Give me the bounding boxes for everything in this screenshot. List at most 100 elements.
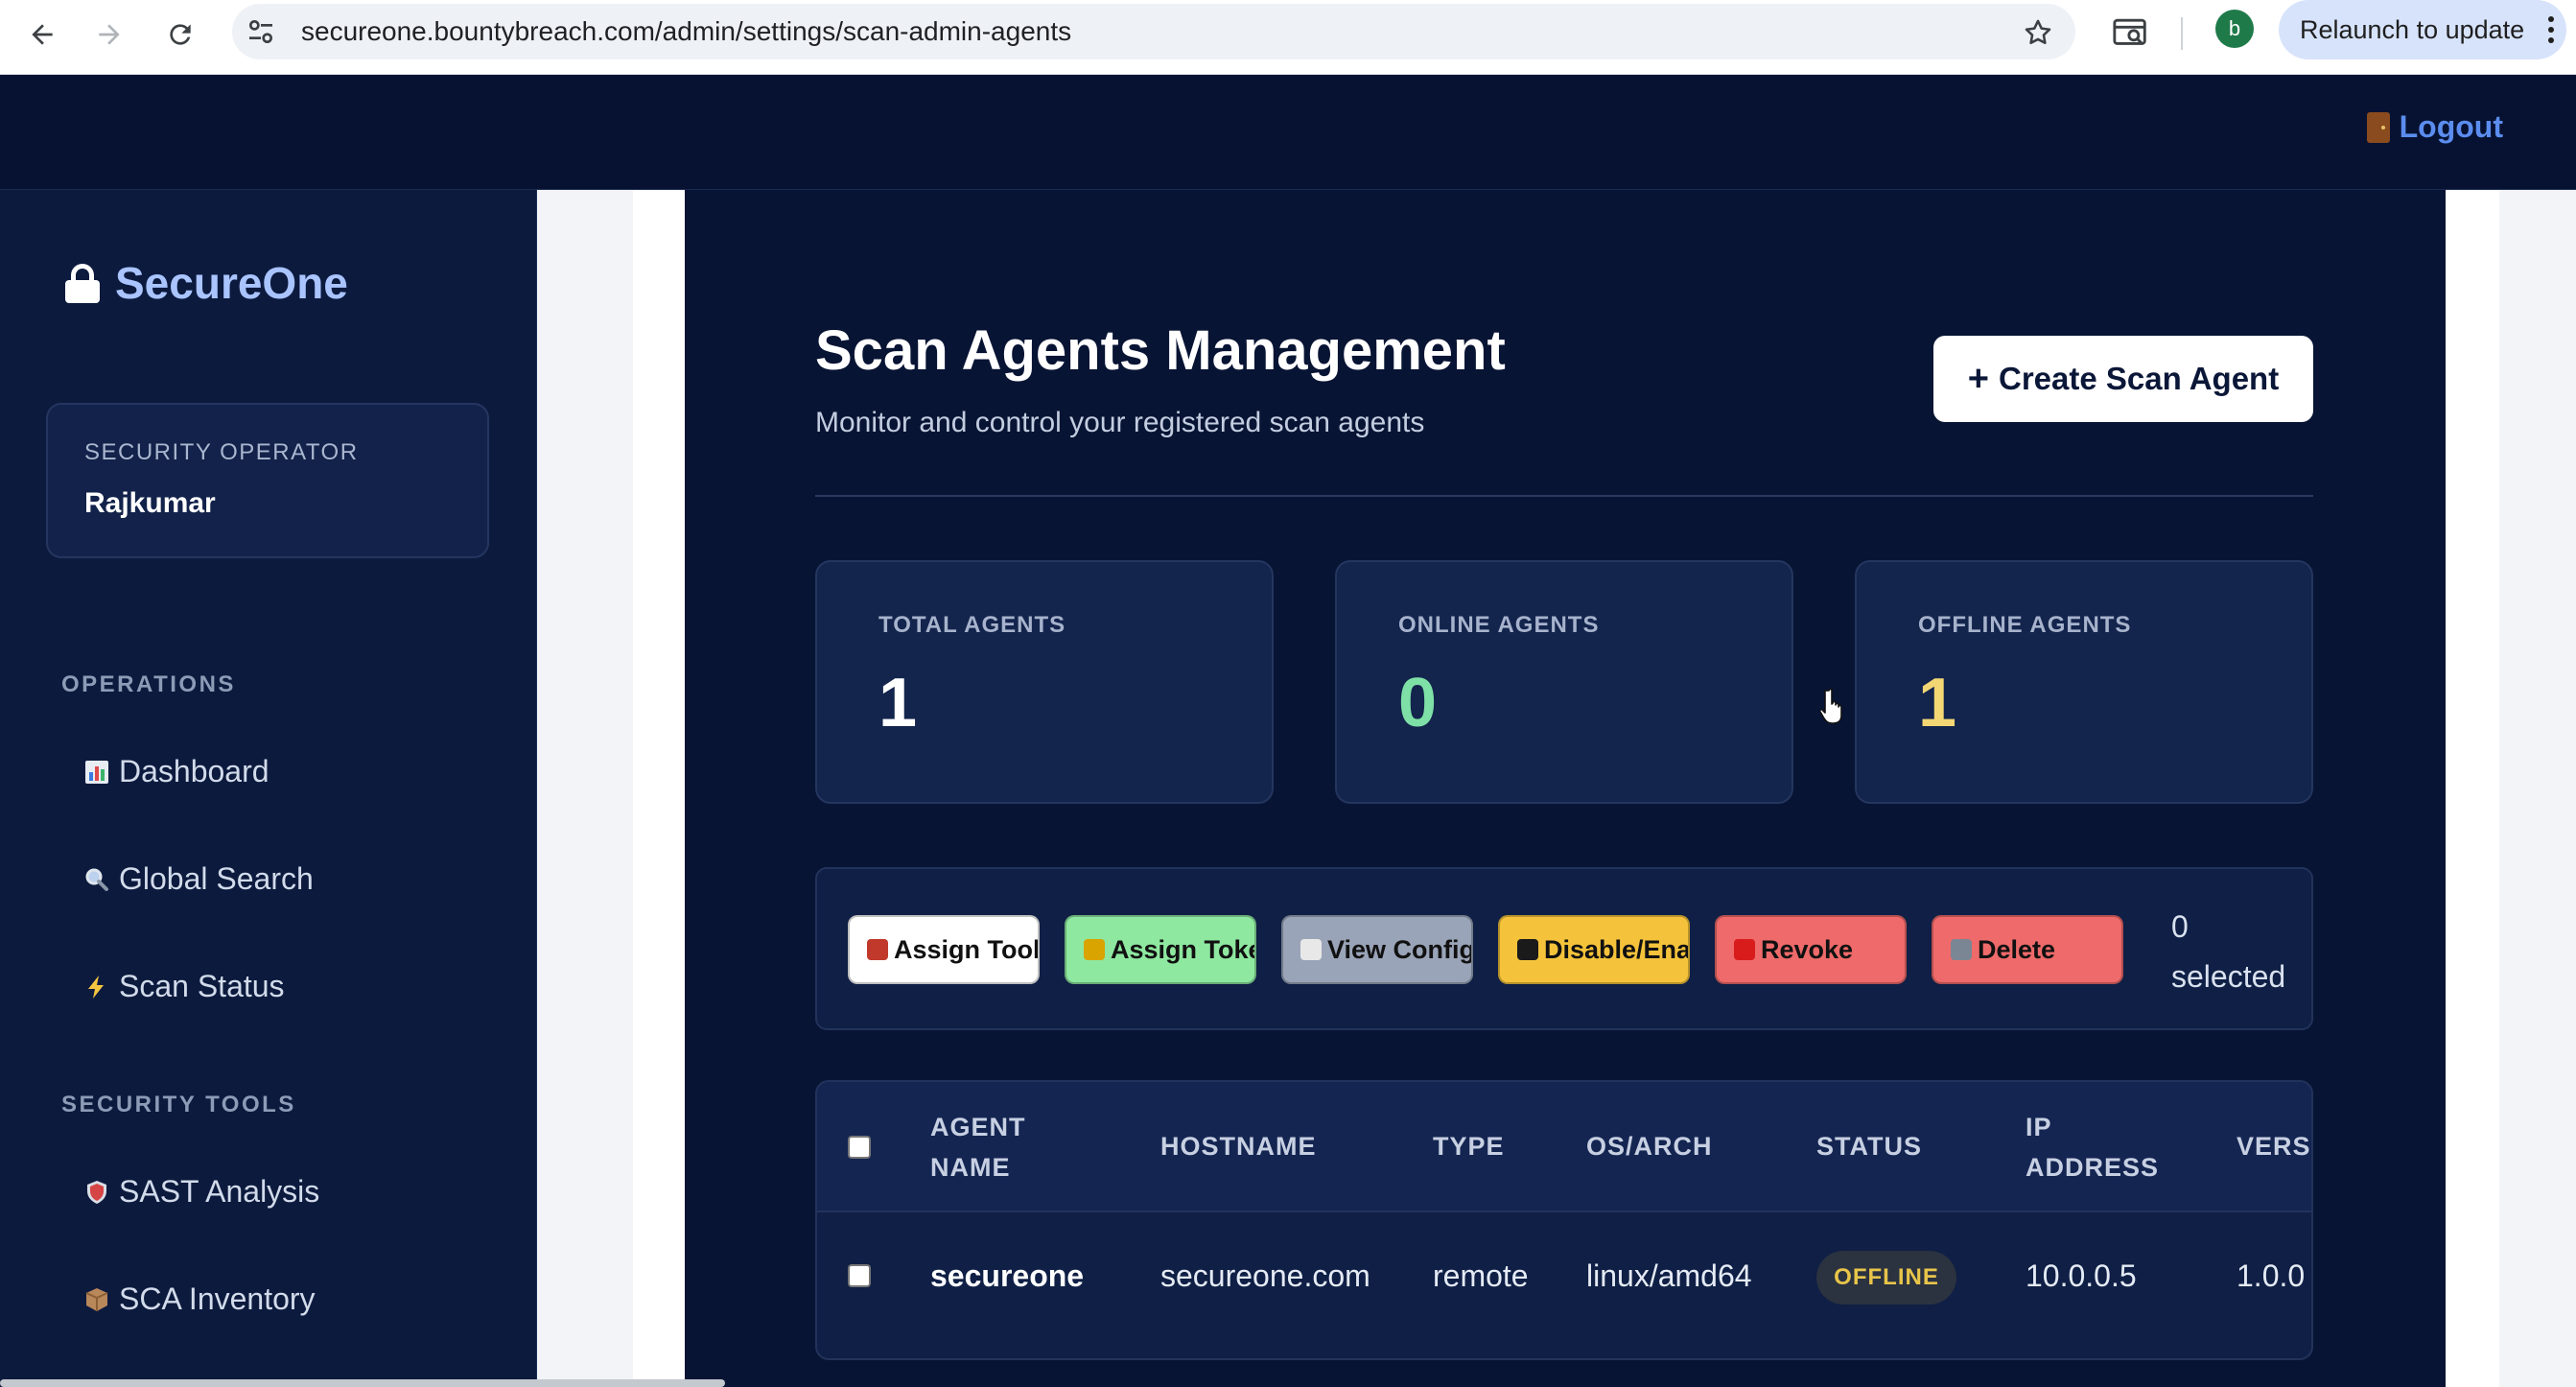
section-label-security-tools: SECURITY TOOLS <box>61 1092 296 1117</box>
stat-card-offline: OFFLINE AGENTS 1 <box>1855 560 2313 804</box>
select-all-checkbox[interactable] <box>848 1136 871 1159</box>
action-label: View Config <box>1327 935 1473 964</box>
lightning-icon <box>82 973 111 1001</box>
plus-icon: + <box>1967 359 1989 399</box>
logout-link[interactable]: Logout <box>2366 109 2503 145</box>
stat-value: 1 <box>1918 665 1957 741</box>
arrow-right-icon <box>99 24 120 45</box>
kebab-menu-icon[interactable] <box>2547 15 2555 44</box>
toolbox-icon <box>867 939 888 960</box>
stat-label: TOTAL AGENTS <box>878 612 1066 638</box>
create-button-label: Create Scan Agent <box>1999 361 2280 396</box>
door-icon <box>2366 111 2390 143</box>
selected-count-value: 0 <box>2171 909 2189 944</box>
relaunch-label: Relaunch to update <box>2300 15 2525 44</box>
stat-card-total: TOTAL AGENTS 1 <box>815 560 1274 804</box>
bookmark-star-icon[interactable] <box>2022 16 2054 49</box>
agents-table: AGENT NAME HOSTNAME TYPE OS/ARCH STATUS … <box>815 1080 2313 1360</box>
selected-count: 0 selected <box>2171 902 2285 1001</box>
stat-card-online: ONLINE AGENTS 0 <box>1335 560 1793 804</box>
create-scan-agent-button[interactable]: + Create Scan Agent <box>1933 336 2313 422</box>
column-header-ip-address[interactable]: IP ADDRESS <box>2026 1107 2179 1187</box>
lock-icon <box>65 264 100 303</box>
cell-ip-address: 10.0.0.5 <box>2026 1258 2137 1293</box>
main-content: Scan Agents Management Monitor and contr… <box>685 190 2446 1387</box>
browser-toolbar: secureone.bountybreach.com/admin/setting… <box>0 0 2576 75</box>
horizontal-scrollbar[interactable] <box>0 1379 725 1387</box>
forward-button[interactable] <box>84 10 134 59</box>
reload-button[interactable] <box>155 10 205 59</box>
brand-name: SecureOne <box>115 258 348 308</box>
delete-button[interactable]: Delete <box>1932 915 2123 984</box>
bar-chart-icon <box>82 758 111 787</box>
row-checkbox[interactable] <box>848 1264 871 1287</box>
sidebar-item-label: SAST Analysis <box>119 1174 320 1209</box>
action-label: Revoke <box>1761 935 1854 964</box>
back-button[interactable] <box>17 10 67 59</box>
layout-gutter <box>2446 190 2499 1387</box>
header-divider <box>815 495 2313 497</box>
stat-value: 0 <box>1398 665 1438 741</box>
toolbar-divider <box>2181 17 2183 50</box>
layout-gutter <box>633 190 685 1387</box>
assign-tokens-button[interactable]: Assign Tokens <box>1065 915 1256 984</box>
sidebar-item-sast-analysis[interactable]: SAST Analysis <box>82 1174 319 1210</box>
column-header-agent-name[interactable]: AGENT NAME <box>930 1107 1065 1187</box>
column-header-hostname[interactable]: HOSTNAME <box>1160 1126 1317 1166</box>
layout-gutter <box>2499 190 2576 1387</box>
sidebar-item-label: Dashboard <box>119 754 269 788</box>
stat-label: ONLINE AGENTS <box>1398 612 1600 638</box>
bulk-action-bar: Assign Tools Assign Tokens View Config D… <box>815 867 2313 1030</box>
cell-os-arch: linux/amd64 <box>1586 1258 1752 1293</box>
shield-icon <box>82 1178 111 1207</box>
prohibited-icon <box>1734 939 1755 960</box>
site-settings-icon[interactable] <box>246 16 276 47</box>
sidebar-item-label: Global Search <box>119 861 314 896</box>
column-header-type[interactable]: TYPE <box>1433 1126 1505 1166</box>
selected-count-label: selected <box>2171 959 2286 994</box>
stat-label: OFFLINE AGENTS <box>1918 612 2132 638</box>
relaunch-button[interactable]: Relaunch to update <box>2279 0 2566 59</box>
column-header-os-arch[interactable]: OS/ARCH <box>1586 1126 1713 1166</box>
logout-label: Logout <box>2399 109 2503 144</box>
action-label: Delete <box>1978 935 2056 964</box>
stat-value: 1 <box>878 665 918 741</box>
cell-hostname: secureone.com <box>1160 1258 1370 1293</box>
sidebar-item-scan-status[interactable]: Scan Status <box>82 969 285 1004</box>
clipboard-icon <box>1300 939 1322 960</box>
table-header: AGENT NAME HOSTNAME TYPE OS/ARCH STATUS … <box>817 1082 2311 1212</box>
sidebar-item-sca-inventory[interactable]: SCA Inventory <box>82 1281 316 1317</box>
tab-search-icon[interactable] <box>2112 15 2150 50</box>
revoke-button[interactable]: Revoke <box>1715 915 1907 984</box>
package-icon <box>82 1285 111 1314</box>
pause-icon <box>1517 939 1538 960</box>
sidebar-item-global-search[interactable]: Global Search <box>82 861 314 897</box>
section-label-operations: OPERATIONS <box>61 671 236 697</box>
column-header-version[interactable]: VERSION <box>2236 1126 2311 1166</box>
hand-cursor-icon <box>1820 688 1842 724</box>
profile-avatar[interactable]: b <box>2215 10 2254 48</box>
assign-tools-button[interactable]: Assign Tools <box>848 915 1040 984</box>
column-header-status[interactable]: STATUS <box>1816 1126 1922 1166</box>
cell-version: 1.0.0 <box>2236 1258 2306 1293</box>
brand-logo[interactable]: SecureOne <box>65 257 348 309</box>
cell-agent-name: secureone <box>930 1258 1085 1293</box>
sidebar: SecureOne SECURITY OPERATOR Rajkumar OPE… <box>0 190 537 1387</box>
status-badge: OFFLINE <box>1816 1251 1956 1305</box>
operator-role: SECURITY OPERATOR <box>84 439 359 465</box>
page-subtitle: Monitor and control your registered scan… <box>815 407 1425 438</box>
trash-icon <box>1951 939 1972 960</box>
view-config-button[interactable]: View Config <box>1281 915 1473 984</box>
url-text: secureone.bountybreach.com/admin/setting… <box>301 16 1072 46</box>
arrow-left-icon <box>32 24 53 45</box>
sidebar-item-dashboard[interactable]: Dashboard <box>82 754 269 789</box>
action-label: Assign Tokens <box>1111 935 1254 964</box>
address-bar[interactable]: secureone.bountybreach.com/admin/setting… <box>232 4 2075 59</box>
action-label: Assign Tools <box>894 935 1040 964</box>
disable-enable-button[interactable]: Disable/Enable <box>1498 915 1690 984</box>
sidebar-item-label: SCA Inventory <box>119 1281 316 1316</box>
reload-icon <box>170 24 191 45</box>
action-label: Disable/Enable <box>1544 935 1690 964</box>
operator-card: SECURITY OPERATOR Rajkumar <box>46 403 489 558</box>
app-header: Logout <box>0 75 2576 190</box>
